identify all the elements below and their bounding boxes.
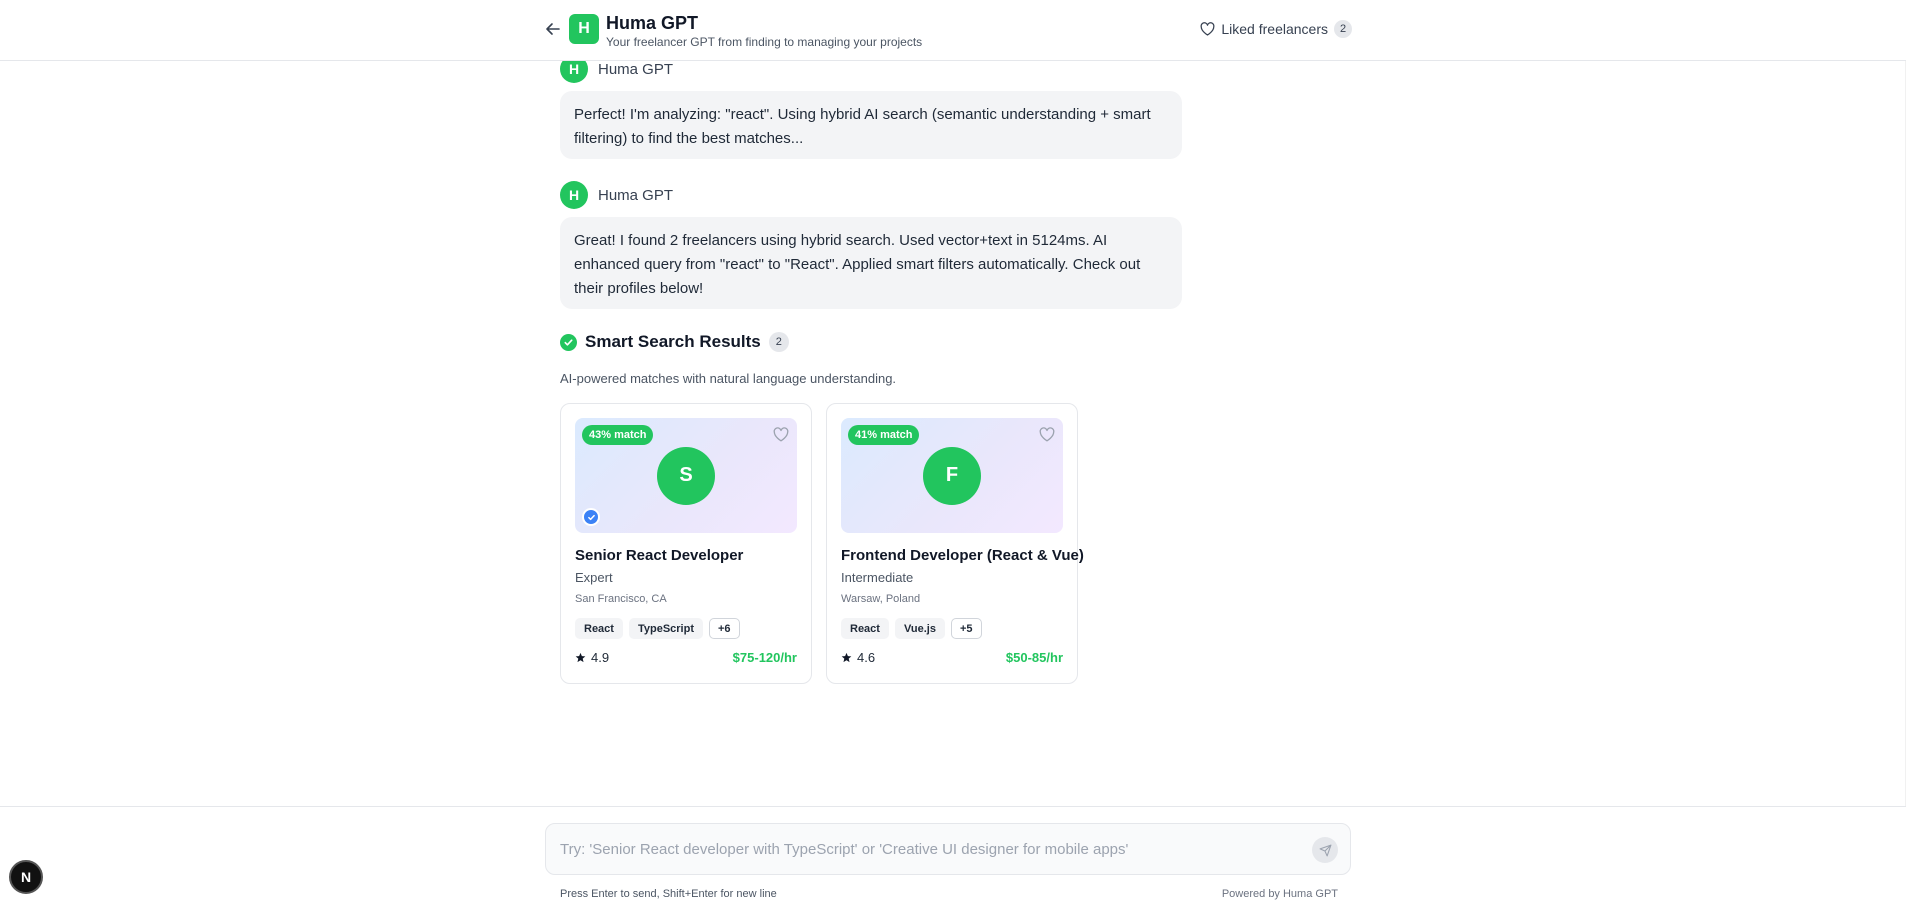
results-description: AI-powered matches with natural language… — [560, 371, 897, 386]
freelancer-level: Intermediate — [841, 570, 914, 585]
rating: 4.9 — [575, 650, 609, 665]
skill-tags: React Vue.js +5 — [841, 618, 982, 639]
assistant-message: Perfect! I'm analyzing: "react". Using h… — [560, 91, 1182, 159]
like-button[interactable] — [1037, 424, 1057, 444]
rating: 4.6 — [841, 650, 875, 665]
heart-icon — [1039, 426, 1055, 442]
dev-tools-badge[interactable]: N — [9, 860, 43, 894]
freelancer-title: Frontend Developer (React & Vue) — [841, 547, 1084, 564]
assistant-message: Great! I found 2 freelancers using hybri… — [560, 217, 1182, 309]
match-badge: 43% match — [582, 425, 654, 445]
rating-value: 4.6 — [857, 650, 876, 665]
send-icon — [1319, 844, 1331, 856]
more-skills-tag[interactable]: +6 — [709, 618, 740, 639]
app-title: Huma GPT — [606, 13, 699, 33]
card-hero: 41% match F — [841, 418, 1063, 533]
heart-icon — [773, 426, 789, 442]
more-skills-tag[interactable]: +5 — [950, 618, 982, 639]
results-count-badge: 2 — [768, 332, 789, 352]
app-header: H Huma GPT Your freelancer GPT from find… — [0, 0, 1906, 61]
like-button[interactable] — [771, 424, 791, 444]
liked-count-badge: 2 — [1334, 20, 1352, 38]
rating-value: 4.9 — [591, 650, 610, 665]
chat-footer: Press Enter to send, Shift+Enter for new… — [0, 806, 1906, 909]
hourly-rate: $75-120/hr — [732, 650, 797, 665]
skill-tag: TypeScript — [628, 618, 703, 639]
avatar: H — [560, 181, 588, 209]
skill-tag: React — [841, 618, 889, 639]
star-icon — [841, 652, 852, 663]
powered-by: Powered by Huma GPT — [1221, 888, 1338, 900]
liked-freelancers-button[interactable]: Liked freelancers 2 — [1200, 18, 1352, 40]
skill-tag: Vue.js — [894, 618, 945, 639]
chat-input[interactable] — [560, 824, 1300, 874]
results-header: Smart Search Results 2 — [560, 332, 789, 352]
freelancer-location: Warsaw, Poland — [841, 593, 921, 605]
author-name: Huma GPT — [598, 60, 674, 78]
star-icon — [575, 652, 586, 663]
app-logo: H — [569, 14, 599, 44]
freelancer-card[interactable]: 43% match S Senior React Developer Exper… — [560, 403, 812, 684]
back-button[interactable] — [543, 19, 563, 39]
freelancer-location: San Francisco, CA — [575, 593, 667, 605]
skill-tag: React — [575, 618, 623, 639]
arrow-left-icon — [546, 23, 560, 35]
hourly-rate: $50-85/hr — [1005, 650, 1063, 665]
freelancer-level: Expert — [575, 570, 613, 585]
send-button[interactable] — [1312, 837, 1338, 863]
match-badge: 41% match — [848, 425, 920, 445]
app-subtitle: Your freelancer GPT from finding to mana… — [606, 35, 923, 49]
heart-icon — [1200, 22, 1215, 36]
results-title: Smart Search Results — [585, 332, 761, 351]
freelancer-avatar: F — [923, 446, 981, 505]
verified-check-icon — [582, 508, 600, 526]
check-circle-icon — [560, 333, 577, 351]
liked-freelancers-label: Liked freelancers — [1221, 21, 1328, 37]
freelancer-card[interactable]: 41% match F Frontend Developer (React & … — [826, 403, 1084, 684]
card-hero: 43% match S — [575, 418, 797, 533]
input-hint: Press Enter to send, Shift+Enter for new… — [560, 888, 777, 900]
freelancer-avatar: S — [657, 446, 715, 505]
chat-composer — [545, 823, 1351, 875]
author-name: Huma GPT — [598, 186, 674, 204]
skill-tags: React TypeScript +6 — [575, 618, 740, 639]
freelancer-title: Senior React Developer — [575, 547, 744, 564]
message-author: H Huma GPT — [560, 181, 673, 209]
